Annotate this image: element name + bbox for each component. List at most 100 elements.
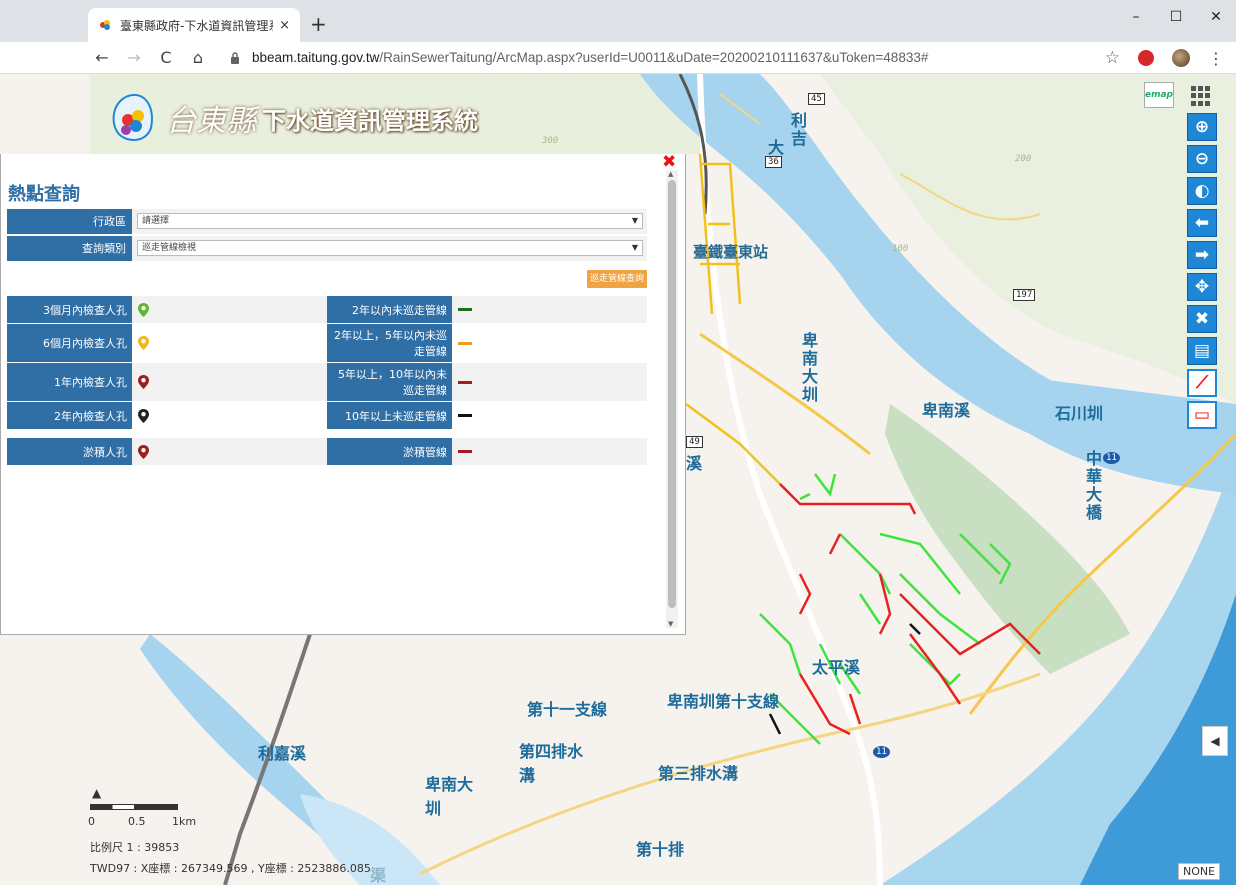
app-logo: 台東縣 下水道資訊管理系統 (106, 88, 478, 148)
legend-label: 5年以上，10年以內未巡走管線 (327, 363, 452, 401)
legend-label: 2年以內未巡走管線 (327, 296, 452, 323)
pipeline-query-button[interactable]: 巡走管線查詢 (587, 270, 647, 288)
panel-scrollbar[interactable]: ▲ ▼ (666, 170, 678, 628)
road-number-badge: 36 (765, 156, 782, 168)
tab-close-icon[interactable]: × (279, 18, 290, 33)
category-select[interactable]: 巡走管線檢視 ▼ (137, 240, 643, 256)
pan-icon[interactable]: ✥ (1187, 273, 1217, 301)
panel-close-icon[interactable]: ✖ (662, 152, 676, 172)
chevron-down-icon: ▼ (631, 216, 638, 225)
legend-cell: 1年內檢查人孔 (7, 363, 327, 401)
district-label: 行政區 (7, 209, 132, 234)
basemap-status-badge: NONE (1178, 863, 1221, 880)
reload-button[interactable]: C (152, 48, 180, 67)
road-number-badge: 11 (1103, 452, 1120, 464)
back-button[interactable]: ← (88, 48, 116, 67)
measure-line-icon[interactable]: ⟋ (1187, 369, 1217, 397)
district-filter-row: 行政區 請選擇 ▼ (7, 209, 647, 235)
legend-label: 2年以上，5年以內未巡走管線 (327, 324, 452, 362)
zoom-out-icon[interactable]: ⊖ (1187, 145, 1217, 173)
legend-row: 1年內檢查人孔 5年以上，10年以內未巡走管線 (7, 363, 647, 402)
road-number-badge: 45 (808, 93, 825, 105)
silted-manhole-pin-icon (138, 444, 149, 459)
legend-cell: 2年以上，5年以內未巡走管線 (327, 324, 647, 362)
map-label: 利吉 (788, 112, 807, 148)
scroll-down-icon[interactable]: ▼ (668, 620, 673, 628)
dark-red-line-icon (458, 380, 472, 384)
map-label: 大 (768, 138, 785, 157)
legend-symbol-cell (132, 402, 327, 429)
scale-bar (90, 804, 178, 810)
county-emblem-icon (112, 93, 153, 141)
apps-grid-icon[interactable] (1191, 86, 1211, 106)
dark-green-line-icon (458, 308, 472, 311)
orange-line-icon (458, 341, 472, 345)
green-manhole-pin-icon (138, 302, 149, 317)
panel-title: 熱點查詢 (8, 184, 80, 205)
legend-label: 淤積人孔 (7, 438, 132, 465)
next-extent-icon[interactable]: ➡ (1187, 241, 1217, 269)
side-panel-toggle-icon[interactable]: ◀ (1202, 726, 1228, 756)
map-label: 第十排 (636, 840, 685, 859)
map-toolbar: ⊕ ⊖ ◐ ⬅ ➡ ✥ ✖ ▤ ⟋ ▭ (1187, 113, 1217, 429)
previous-extent-icon[interactable]: ⬅ (1187, 209, 1217, 237)
new-tab-button[interactable]: + (310, 12, 327, 36)
contour-label: 200 (1015, 154, 1032, 164)
browser-tab-bar: 臺東縣政府-下水道資訊管理系統 × + – ☐ ✕ (0, 0, 1236, 42)
contour-label: 300 (542, 136, 559, 146)
map-label: 卑南大圳 (425, 775, 474, 818)
url-field[interactable]: bbeam.taitung.gov.tw/RainSewerTaitung/Ar… (230, 50, 928, 65)
legend-symbol-cell (132, 363, 327, 401)
emap-basemap-button[interactable]: emap (1144, 82, 1174, 108)
full-extent-icon[interactable]: ◐ (1187, 177, 1217, 205)
legend-cell: 2年以內未巡走管線 (327, 296, 647, 323)
layers-icon[interactable]: ▤ (1187, 337, 1217, 365)
measure-area-icon[interactable]: ▭ (1187, 401, 1217, 429)
legend-symbol-cell (452, 296, 647, 323)
map-label: 第四排水溝 (519, 742, 584, 785)
scale-label: 0.5 (128, 815, 146, 828)
forward-button[interactable]: → (120, 48, 148, 67)
legend-spacer (7, 430, 647, 438)
map-label: 卑南大圳 (799, 332, 818, 404)
scale-label: 0 (88, 815, 95, 828)
road-number-badge: 49 (686, 436, 703, 448)
window-close-button[interactable]: ✕ (1196, 0, 1236, 34)
bookmark-star-icon[interactable]: ☆ (1105, 48, 1120, 68)
app-title: 下水道資訊管理系統 (262, 105, 478, 135)
legend-row: 3個月內檢查人孔 2年以內未巡走管線 (7, 296, 647, 324)
legend-cell: 3個月內檢查人孔 (7, 296, 327, 323)
browser-tab[interactable]: 臺東縣政府-下水道資訊管理系統 × (88, 8, 300, 42)
legend-symbol-cell (132, 296, 327, 323)
black-line-icon (458, 414, 472, 417)
road-number-badge: 197 (1013, 289, 1036, 301)
contour-label: 100 (892, 244, 909, 254)
zoom-in-icon[interactable]: ⊕ (1187, 113, 1217, 141)
legend-cell: 6個月內檢查人孔 (7, 324, 327, 362)
map-label: 第三排水溝 (658, 764, 739, 783)
legend-symbol-cell (132, 324, 327, 362)
scroll-thumb[interactable] (668, 180, 676, 608)
maximize-button[interactable]: ☐ (1156, 0, 1196, 34)
legend-row: 6個月內檢查人孔 2年以上，5年以內未巡走管線 (7, 324, 647, 363)
tab-title: 臺東縣政府-下水道資訊管理系統 (120, 18, 273, 33)
logo-calligraphy: 台東縣 (166, 104, 256, 139)
legend-symbol-cell (452, 438, 647, 465)
home-button[interactable]: ⌂ (184, 48, 212, 67)
scale-ratio: 比例尺 1 : 39853 (90, 841, 180, 854)
extension-icon[interactable] (1138, 50, 1154, 66)
legend-label: 6個月內檢查人孔 (7, 324, 132, 362)
site-favicon-icon (100, 20, 110, 30)
legend-cell: 10年以上未巡走管線 (327, 402, 647, 429)
chevron-down-icon: ▼ (631, 243, 638, 252)
district-select[interactable]: 請選擇 ▼ (137, 213, 643, 229)
lock-icon (231, 51, 239, 64)
minimize-button[interactable]: – (1116, 0, 1156, 34)
road-number-badge: 11 (873, 746, 890, 758)
browser-menu-icon[interactable]: ⋮ (1208, 49, 1224, 68)
clear-graphics-icon[interactable]: ✖ (1187, 305, 1217, 333)
district-select-value: 請選擇 (142, 216, 170, 226)
legend-cell: 5年以上，10年以內未巡走管線 (327, 363, 647, 401)
profile-avatar[interactable] (1172, 49, 1190, 67)
scroll-up-icon[interactable]: ▲ (668, 170, 673, 178)
